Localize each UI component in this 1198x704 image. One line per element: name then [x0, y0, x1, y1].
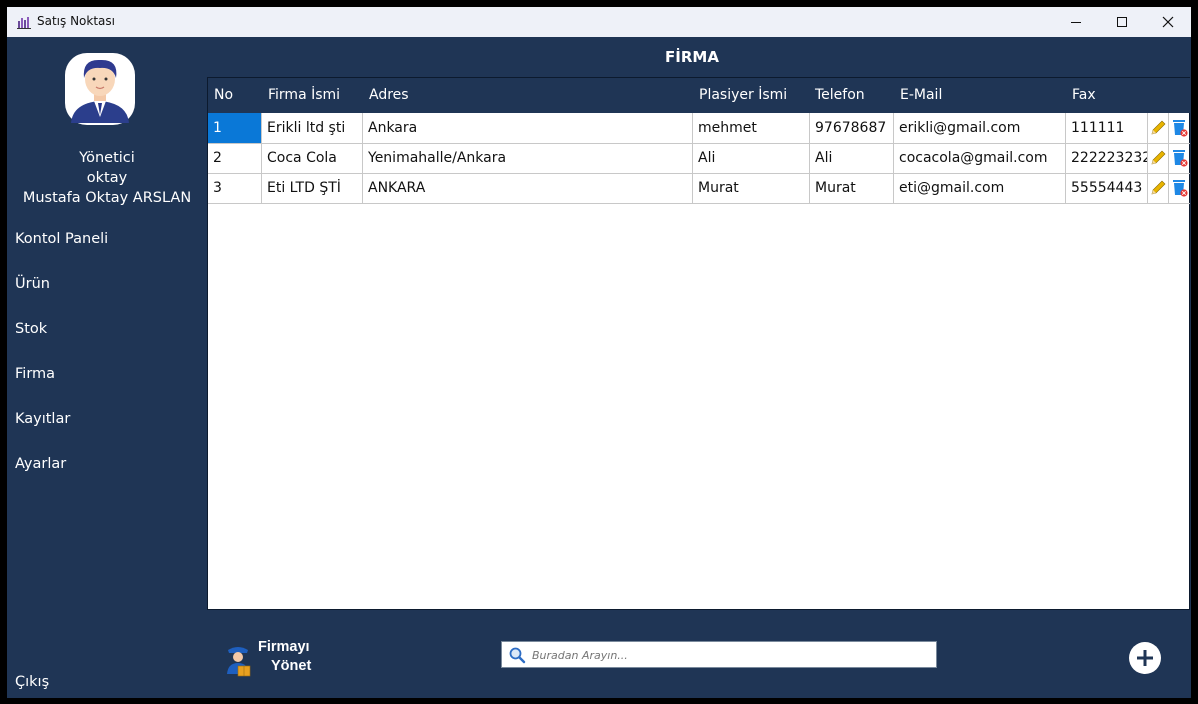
page-title: FİRMA: [665, 48, 719, 66]
cell-salesperson[interactable]: Murat: [693, 173, 810, 203]
cell-company-name[interactable]: Coca Cola: [262, 143, 363, 173]
table-row[interactable]: 3 Eti LTD ŞTİ ANKARA Murat Murat eti@gma…: [208, 173, 1190, 204]
column-header-fax[interactable]: Fax: [1072, 87, 1096, 103]
search-input[interactable]: [530, 644, 934, 666]
nav-control-panel[interactable]: Kontol Paneli: [15, 231, 108, 247]
nav-product[interactable]: Ürün: [15, 276, 50, 292]
cell-phone[interactable]: 97678687: [810, 113, 894, 143]
table-row[interactable]: 1 Erikli ltd şti Ankara mehmet 97678687 …: [208, 113, 1190, 144]
trash-icon: [1172, 180, 1188, 197]
user-role: Yönetici: [79, 150, 135, 166]
cell-phone[interactable]: Murat: [810, 173, 894, 203]
cell-no[interactable]: 1: [208, 113, 262, 143]
cell-address[interactable]: ANKARA: [363, 173, 693, 203]
column-header-phone[interactable]: Telefon: [815, 87, 865, 103]
logout-button[interactable]: Çıkış: [15, 674, 49, 690]
cell-company-name[interactable]: Eti LTD ŞTİ: [262, 173, 363, 203]
maximize-icon: [1117, 17, 1127, 27]
pencil-icon: [1151, 120, 1166, 135]
cell-fax[interactable]: 55554443: [1066, 173, 1148, 203]
title-bar: Satış Noktası: [7, 7, 1191, 37]
cell-salesperson[interactable]: mehmet: [693, 113, 810, 143]
user-avatar-icon: [65, 53, 135, 125]
nav-stock[interactable]: Stok: [15, 321, 47, 337]
table-row[interactable]: 2 Coca Cola Yenimahalle/Ankara Ali Ali c…: [208, 143, 1190, 174]
trash-icon: [1172, 120, 1188, 137]
plus-icon: [1137, 650, 1153, 666]
minimize-button[interactable]: [1053, 7, 1099, 37]
edit-button[interactable]: [1148, 113, 1169, 143]
search-icon: [509, 647, 526, 664]
column-header-email[interactable]: E-Mail: [900, 87, 942, 103]
cell-no[interactable]: 2: [208, 143, 262, 173]
manage-label-line2: Yönet: [271, 658, 312, 674]
company-table[interactable]: No Firma İsmi Adres Plasiyer İsmi Telefo…: [207, 77, 1191, 610]
user-fullname: Mustafa Oktay ARSLAN: [22, 190, 192, 206]
sidebar: Yönetici oktay Mustafa Oktay ARSLAN Kont…: [7, 37, 207, 698]
trash-icon: [1172, 150, 1188, 167]
cell-fax[interactable]: 111111: [1066, 113, 1148, 143]
close-icon: [1162, 16, 1174, 28]
pencil-icon: [1151, 180, 1166, 195]
nav-records[interactable]: Kayıtlar: [15, 411, 70, 427]
nav-company[interactable]: Firma: [15, 366, 55, 382]
cell-email[interactable]: eti@gmail.com: [894, 173, 1066, 203]
app-chart-icon: [17, 17, 31, 29]
window-title: Satış Noktası: [37, 14, 115, 28]
edit-button[interactable]: [1148, 143, 1169, 173]
cell-address[interactable]: Yenimahalle/Ankara: [363, 143, 693, 173]
column-header-company-name[interactable]: Firma İsmi: [268, 87, 340, 103]
column-header-salesperson[interactable]: Plasiyer İsmi: [699, 87, 787, 103]
cell-email[interactable]: cocacola@gmail.com: [894, 143, 1066, 173]
pencil-icon: [1151, 150, 1166, 165]
delete-button[interactable]: [1169, 113, 1190, 143]
app-window: Satış Noktası Yönetici oktay Mustafa Okt…: [7, 7, 1191, 698]
search-box[interactable]: [501, 641, 937, 668]
maximize-button[interactable]: [1099, 7, 1145, 37]
manage-label-line1: Firmayı: [258, 639, 310, 655]
delete-button[interactable]: [1169, 143, 1190, 173]
cell-no[interactable]: 3: [208, 173, 262, 203]
cell-address[interactable]: Ankara: [363, 113, 693, 143]
edit-button[interactable]: [1148, 173, 1169, 203]
nav-settings[interactable]: Ayarlar: [15, 456, 66, 472]
cell-phone[interactable]: Ali: [810, 143, 894, 173]
column-header-no[interactable]: No: [214, 87, 233, 103]
column-header-address[interactable]: Adres: [369, 87, 409, 103]
table-header: No Firma İsmi Adres Plasiyer İsmi Telefo…: [208, 78, 1191, 113]
minimize-icon: [1071, 22, 1081, 23]
cell-email[interactable]: erikli@gmail.com: [894, 113, 1066, 143]
delivery-worker-icon: [227, 647, 251, 677]
cell-salesperson[interactable]: Ali: [693, 143, 810, 173]
add-company-button[interactable]: [1129, 642, 1161, 674]
close-button[interactable]: [1145, 7, 1191, 37]
cell-fax[interactable]: 222223232: [1066, 143, 1148, 173]
delete-button[interactable]: [1169, 173, 1190, 203]
user-username: oktay: [86, 170, 128, 186]
cell-company-name[interactable]: Erikli ltd şti: [262, 113, 363, 143]
